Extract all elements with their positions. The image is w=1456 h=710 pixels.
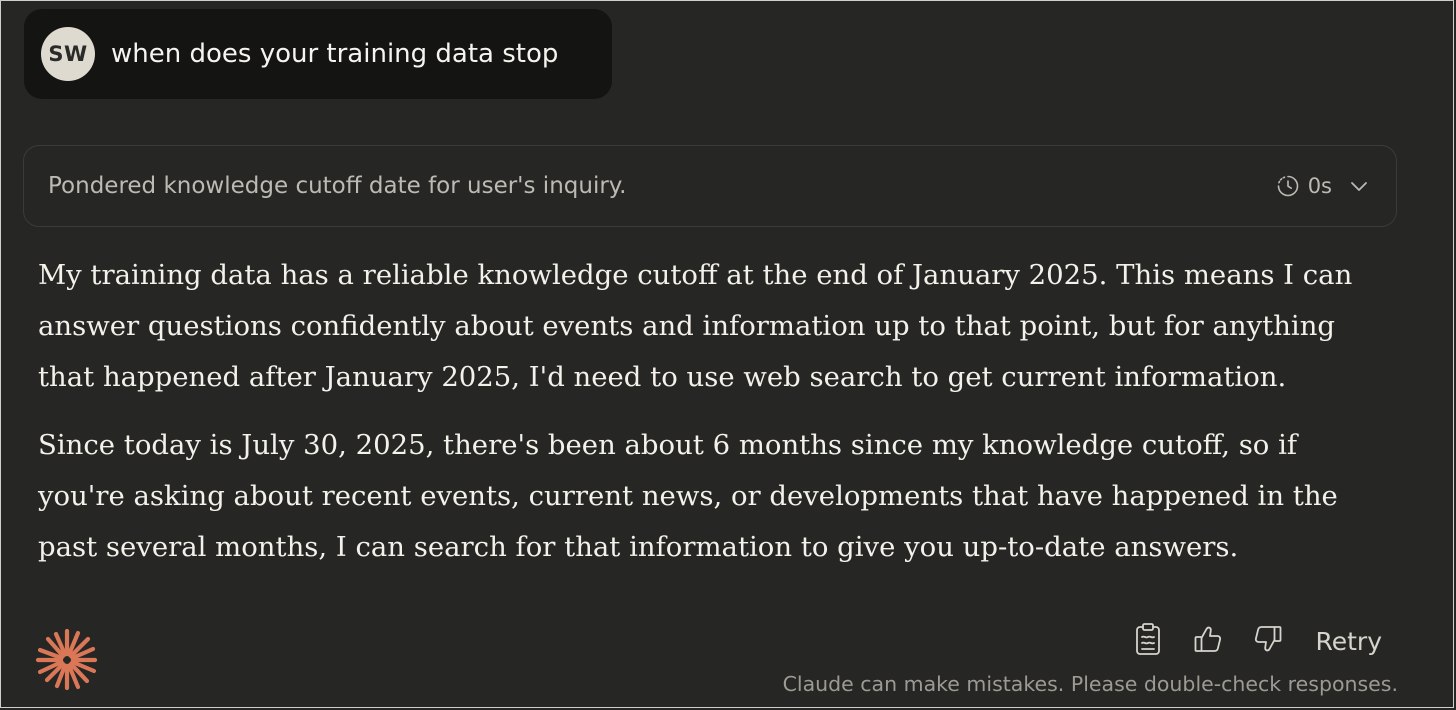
clock-icon (1276, 174, 1300, 198)
user-avatar: SW (41, 27, 95, 81)
response-paragraph: Since today is July 30, 2025, there's be… (38, 429, 1338, 563)
thumbs-up-button[interactable] (1187, 620, 1229, 662)
user-message-text: when does your training data stop (111, 39, 559, 69)
response-actions: Retry (1109, 620, 1382, 662)
copy-icon (1133, 622, 1163, 660)
claude-logo-icon (34, 627, 100, 693)
response-paragraph: My training data has a reliable knowledg… (38, 259, 1353, 393)
thumbs-up-icon (1193, 624, 1223, 658)
chevron-down-icon[interactable] (1348, 175, 1370, 197)
thinking-duration: 0s (1307, 174, 1332, 198)
thinking-meta: 0s (1276, 170, 1370, 202)
thumbs-down-icon (1253, 624, 1283, 658)
disclaimer-text: Claude can make mistakes. Please double-… (782, 672, 1398, 696)
assistant-response: My training data has a reliable knowledg… (38, 250, 1368, 573)
thinking-summary-toggle[interactable]: Pondered knowledge cutoff date for user'… (23, 145, 1397, 227)
copy-button[interactable] (1127, 620, 1169, 662)
thinking-summary-text: Pondered knowledge cutoff date for user'… (48, 173, 627, 199)
thumbs-down-button[interactable] (1247, 620, 1289, 662)
retry-button[interactable]: Retry (1315, 627, 1382, 656)
user-message-bubble: SW when does your training data stop (24, 9, 612, 99)
